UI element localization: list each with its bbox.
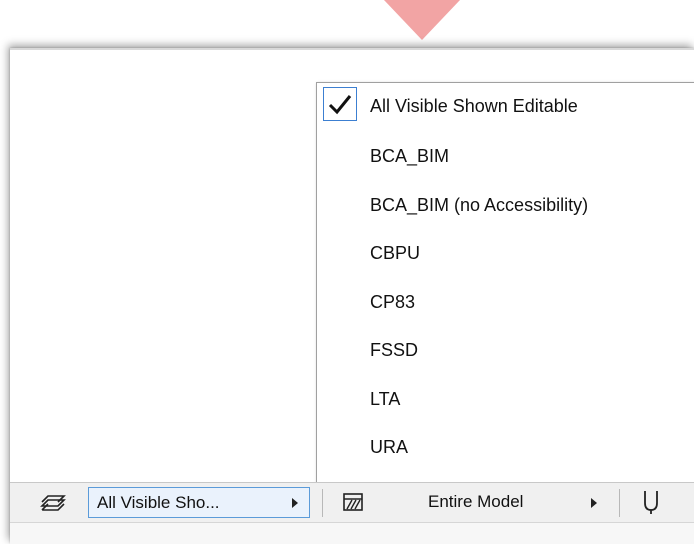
menu-item-label: BCA_BIM (no Accessibility) <box>370 194 589 215</box>
structure-display-icon[interactable] <box>342 491 364 518</box>
submenu-arrow-icon <box>591 498 597 508</box>
menu-item-label: LTA <box>370 388 401 409</box>
partial-structure-value[interactable]: Entire Model <box>428 492 523 512</box>
menu-item-label: FSSD <box>370 339 419 360</box>
menu-item-all-visible-shown-editable[interactable]: All Visible Shown Editable <box>317 83 694 129</box>
menu-item-cp83[interactable]: CP83 <box>317 279 694 325</box>
menu-item-fssd[interactable]: FSSD <box>317 327 694 373</box>
status-toolbar: All Visible Sho... Entire Model <box>10 482 694 523</box>
menu-item-bca-bim[interactable]: BCA_BIM <box>317 133 694 179</box>
menu-item-label: URA <box>370 436 409 457</box>
menu-item-label: CBPU <box>370 242 421 263</box>
layer-combination-menu: All Visible Shown Editable BCA_BIM BCA_B… <box>316 82 694 486</box>
toolbar-divider <box>322 489 323 517</box>
toolbar-divider <box>619 489 620 517</box>
menu-item-cbpu[interactable]: CBPU <box>317 230 694 276</box>
checkmark-icon <box>323 87 357 121</box>
menu-item-label: All Visible Shown Editable <box>370 95 578 116</box>
layer-combination-dropdown[interactable]: All Visible Sho... <box>88 487 310 518</box>
submenu-arrow-icon <box>292 498 298 508</box>
app-window: All Visible Shown Editable BCA_BIM BCA_B… <box>10 48 694 544</box>
menu-item-bca-bim-no-accessibility[interactable]: BCA_BIM (no Accessibility) <box>317 182 694 228</box>
menu-item-label: CP83 <box>370 291 416 312</box>
layers-icon[interactable] <box>40 491 66 520</box>
menu-item-ura[interactable]: URA <box>317 424 694 470</box>
magnet-icon[interactable] <box>642 489 660 520</box>
menu-item-label: BCA_BIM <box>370 145 450 166</box>
layer-combination-value: All Visible Sho... <box>97 493 220 512</box>
watermark-shape <box>384 0 460 40</box>
menu-item-lta[interactable]: LTA <box>317 376 694 422</box>
